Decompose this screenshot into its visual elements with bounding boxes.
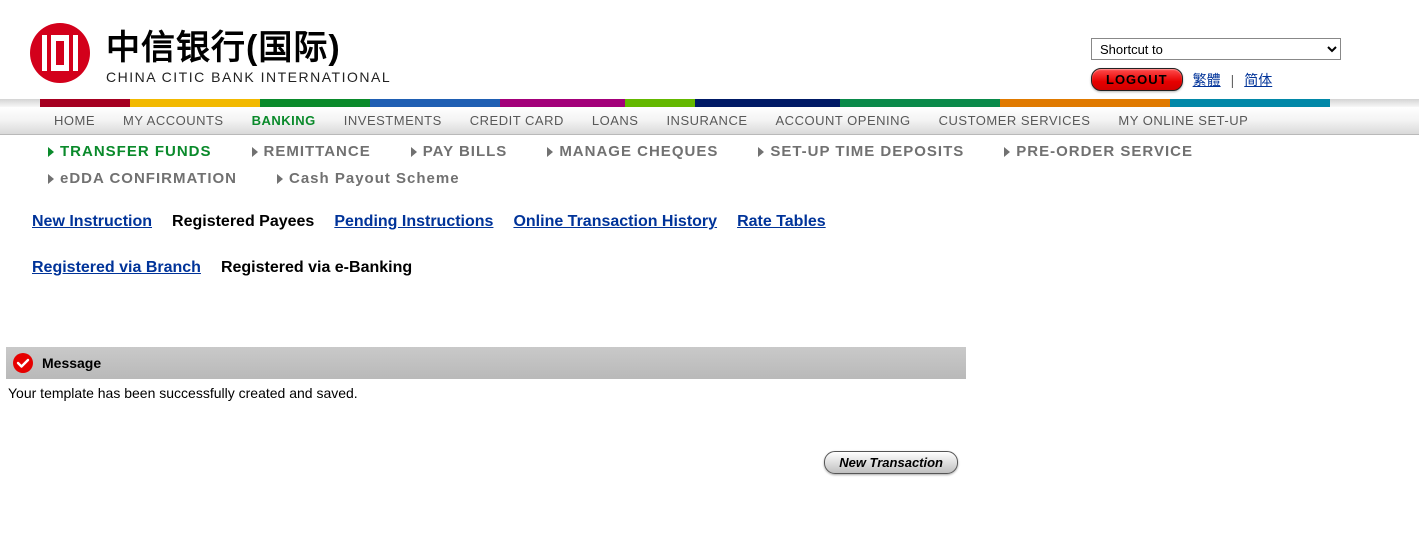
nav-customer-services[interactable]: CUSTOMER SERVICES [925, 113, 1105, 128]
main-navigation: HOME MY ACCOUNTS BANKING INVESTMENTS CRE… [0, 99, 1419, 135]
subnav-cash-payout-scheme[interactable]: Cash Payout Scheme [277, 170, 460, 187]
tertiary-nav-2: Registered via Branch Registered via e-B… [0, 231, 1419, 277]
subnav-pay-bills[interactable]: PAY BILLS [411, 143, 508, 160]
tab-new-instruction[interactable]: New Instruction [32, 213, 152, 231]
tab-online-transaction-history[interactable]: Online Transaction History [513, 213, 717, 231]
citic-logo-icon [28, 21, 92, 85]
subnav-label: TRANSFER FUNDS [60, 143, 212, 160]
subnav-label: eDDA CONFIRMATION [60, 170, 237, 187]
subnav-edda-confirmation[interactable]: eDDA CONFIRMATION [48, 170, 237, 187]
nav-loans[interactable]: LOANS [578, 113, 653, 128]
arrow-right-icon [547, 147, 553, 157]
header-links-row: LOGOUT 繁體 | 简体 [1091, 68, 1391, 91]
tab-registered-via-ebanking: Registered via e-Banking [221, 259, 412, 277]
shortcut-select[interactable]: Shortcut to [1091, 38, 1341, 60]
nav-credit-card[interactable]: CREDIT CARD [456, 113, 578, 128]
message-body: Your template has been successfully crea… [6, 379, 966, 407]
nav-insurance[interactable]: INSURANCE [652, 113, 761, 128]
nav-banking[interactable]: BANKING [238, 113, 330, 128]
arrow-right-icon [1004, 147, 1010, 157]
subnav-label: PRE-ORDER SERVICE [1016, 143, 1193, 160]
lang-traditional-link[interactable]: 繁體 [1193, 70, 1221, 90]
new-transaction-button[interactable]: New Transaction [824, 451, 958, 474]
subnav-pre-order-service[interactable]: PRE-ORDER SERVICE [1004, 143, 1193, 160]
logout-button[interactable]: LOGOUT [1091, 68, 1183, 91]
tab-registered-via-branch[interactable]: Registered via Branch [32, 259, 201, 277]
subnav-label: REMITTANCE [264, 143, 371, 160]
sub-navigation: TRANSFER FUNDS REMITTANCE PAY BILLS MANA… [0, 135, 1419, 189]
lang-separator: | [1231, 72, 1235, 88]
subnav-setup-time-deposits[interactable]: SET-UP TIME DEPOSITS [758, 143, 964, 160]
tab-rate-tables[interactable]: Rate Tables [737, 213, 826, 231]
arrow-right-icon [411, 147, 417, 157]
nav-investments[interactable]: INVESTMENTS [330, 113, 456, 128]
subnav-remittance[interactable]: REMITTANCE [252, 143, 371, 160]
subnav-label: MANAGE CHEQUES [559, 143, 718, 160]
arrow-right-icon [758, 147, 764, 157]
nav-account-opening[interactable]: ACCOUNT OPENING [762, 113, 925, 128]
top-nav-bar: HOME MY ACCOUNTS BANKING INVESTMENTS CRE… [0, 107, 1419, 135]
content-area: Message Your template has been successfu… [0, 347, 1419, 474]
action-row: New Transaction [6, 451, 966, 474]
arrow-right-icon [252, 147, 258, 157]
page-header: 中信银行(国际) CHINA CITIC BANK INTERNATIONAL … [0, 0, 1419, 99]
success-check-icon [12, 352, 34, 374]
tertiary-nav-1: New Instruction Registered Payees Pendin… [0, 189, 1419, 231]
subnav-manage-cheques[interactable]: MANAGE CHEQUES [547, 143, 718, 160]
message-header: Message [6, 347, 966, 379]
subnav-label: Cash Payout Scheme [289, 170, 460, 187]
logo-text-english: CHINA CITIC BANK INTERNATIONAL [106, 69, 391, 85]
brand-logo: 中信银行(国际) CHINA CITIC BANK INTERNATIONAL [28, 20, 391, 85]
tab-registered-payees: Registered Payees [172, 213, 314, 231]
header-controls: Shortcut to LOGOUT 繁體 | 简体 [1091, 20, 1391, 91]
nav-my-online-setup[interactable]: MY ONLINE SET-UP [1104, 113, 1262, 128]
message-panel: Message Your template has been successfu… [6, 347, 966, 407]
logo-text-chinese: 中信银行(国际) [106, 20, 391, 69]
tab-pending-instructions[interactable]: Pending Instructions [334, 213, 493, 231]
nav-home[interactable]: HOME [40, 113, 109, 128]
nav-color-strip [0, 99, 1419, 107]
arrow-right-icon [277, 174, 283, 184]
subnav-label: SET-UP TIME DEPOSITS [770, 143, 964, 160]
arrow-right-icon [48, 174, 54, 184]
arrow-right-icon [48, 147, 54, 157]
subnav-transfer-funds[interactable]: TRANSFER FUNDS [48, 143, 212, 160]
subnav-label: PAY BILLS [423, 143, 508, 160]
lang-simplified-link[interactable]: 简体 [1244, 70, 1272, 90]
message-title: Message [42, 355, 101, 371]
nav-my-accounts[interactable]: MY ACCOUNTS [109, 113, 238, 128]
